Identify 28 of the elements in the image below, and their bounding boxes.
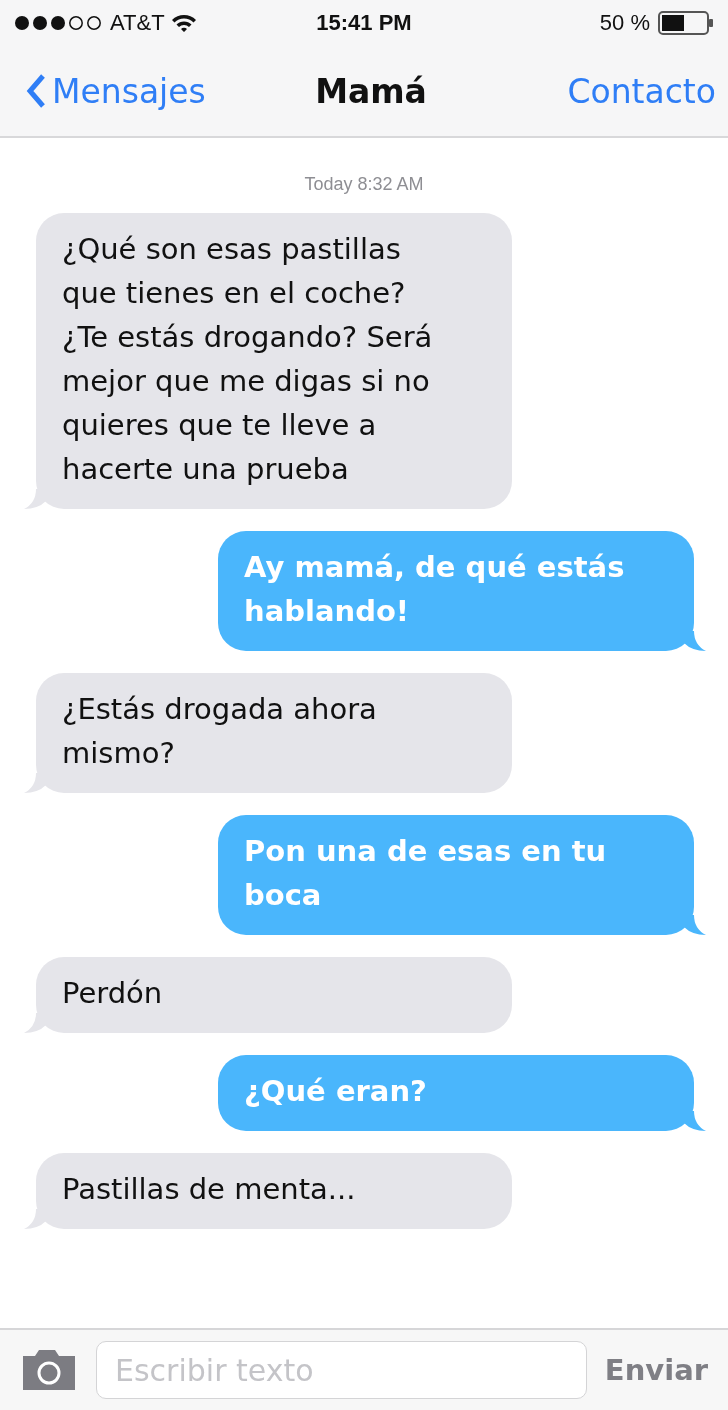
received-message-bubble: ¿Qué son esas pastillas que tienes en el coche? ¿Te estás drogando? Será mejor que me digas si no quieres que te lleve a hacerte una prueba [36,213,512,509]
send-button[interactable]: Enviar [604,1353,708,1387]
bubble-tail-icon [24,1209,46,1229]
back-button[interactable]: Mensajes [26,71,206,111]
received-message-bubble: ¿Estás drogada ahora mismo? [36,673,512,793]
bubble-tail-icon [684,1111,706,1131]
bubble-tail-icon [24,1013,46,1033]
sent-message-bubble: Ay mamá, de qué estás hablando! [218,531,694,651]
carrier-name: AT&T [110,10,165,36]
sent-message-bubble: ¿Qué eran? [218,1055,694,1131]
status-time: 15:41 PM [316,10,412,35]
battery-percent: 50 % [599,10,650,36]
chevron-left-icon [26,73,46,109]
wifi-icon [170,13,197,33]
sent-message-bubble: Pon una de esas en tu boca [218,815,694,935]
conversation-title: Mamá [315,71,427,111]
bubble-tail-icon [24,773,46,793]
message-input-field[interactable]: Escribir texto [96,1341,587,1399]
received-message-bubble: Pastillas de menta... [36,1153,512,1229]
bubble-tail-icon [24,489,46,509]
battery-icon [658,11,714,35]
bubble-tail-icon [684,915,706,935]
contact-button[interactable]: Contacto [567,71,716,111]
camera-icon[interactable] [20,1348,78,1392]
message-timestamp: Today 8:32 AM [304,174,424,195]
received-message-bubble: Perdón [36,957,512,1033]
bubble-tail-icon [684,631,706,651]
signal-icon [14,15,104,31]
